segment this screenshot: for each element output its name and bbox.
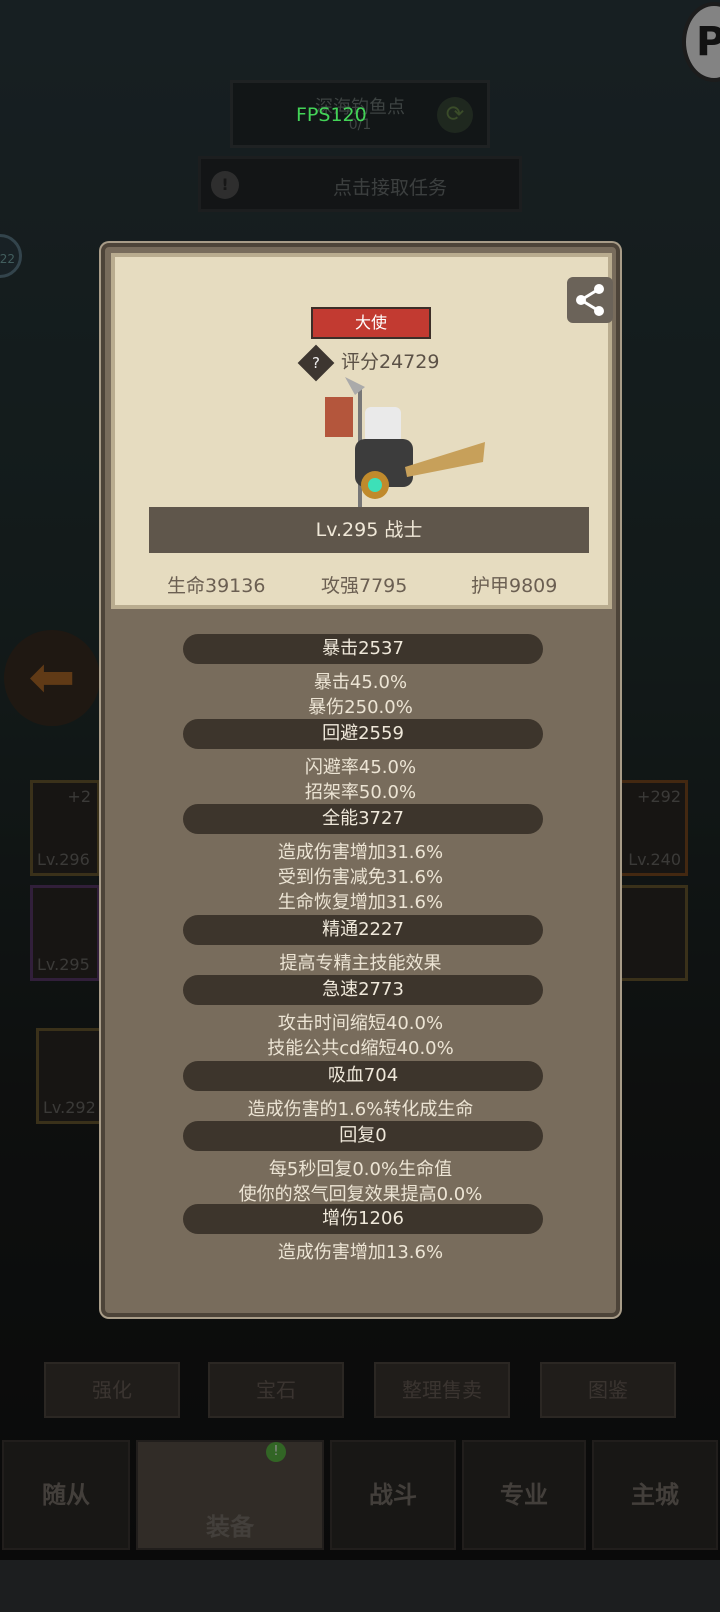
fps-counter: FPS120 — [296, 104, 367, 126]
share-icon — [576, 284, 604, 316]
stat-detail: 造成伤害增加13.6% — [277, 1242, 444, 1263]
stat-dodge: 回避2559 — [183, 719, 543, 749]
stat-detail: 攻击时间缩短40.0% — [277, 1013, 444, 1034]
stat-detail: 闪避率45.0% — [304, 757, 417, 778]
stat-detail: 提高专精主技能效果 — [279, 953, 442, 974]
stat-versatility: 全能3727 — [183, 804, 543, 834]
stat-haste: 急速2773 — [183, 975, 543, 1005]
title-badge: 大使 — [311, 307, 431, 339]
stat-detail: 受到伤害减免31.6% — [277, 867, 444, 888]
stat-detail: 暴伤250.0% — [308, 697, 413, 718]
stat-detail: 使你的怒气回复效果提高0.0% — [238, 1184, 483, 1205]
character-sprite — [325, 377, 485, 507]
level-class-bar: Lv.295 战士 — [149, 507, 589, 553]
armor-stat: 护甲9809 — [471, 575, 558, 597]
share-button[interactable] — [567, 277, 613, 323]
character-card: 大使 ? 评分24729 Lv.295 战士 生命39136 攻强7795 护甲9… — [111, 253, 613, 609]
stat-detail: 造成伤害的1.6%转化成生命 — [247, 1099, 474, 1120]
hp-stat: 生命39136 — [167, 575, 266, 597]
stat-detail: 造成伤害增加31.6% — [277, 842, 444, 863]
stat-mastery: 精通2227 — [183, 915, 543, 945]
stat-detail: 每5秒回复0.0%生命值 — [268, 1159, 453, 1180]
attack-stat: 攻强7795 — [321, 575, 408, 597]
stat-detail: 招架率50.0% — [304, 782, 417, 803]
stat-crit: 暴击2537 — [183, 634, 543, 664]
stat-regen: 回复0 — [183, 1121, 543, 1151]
stat-detail: 技能公共cd缩短40.0% — [267, 1038, 454, 1059]
stat-detail: 生命恢复增加31.6% — [277, 892, 444, 913]
stat-damage-boost: 增伤1206 — [183, 1204, 543, 1234]
stats-panel: 大使 ? 评分24729 Lv.295 战士 生命39136 攻强7795 护甲9… — [101, 243, 620, 1317]
stat-detail: 暴击45.0% — [313, 672, 408, 693]
stat-lifesteal: 吸血704 — [183, 1061, 543, 1091]
